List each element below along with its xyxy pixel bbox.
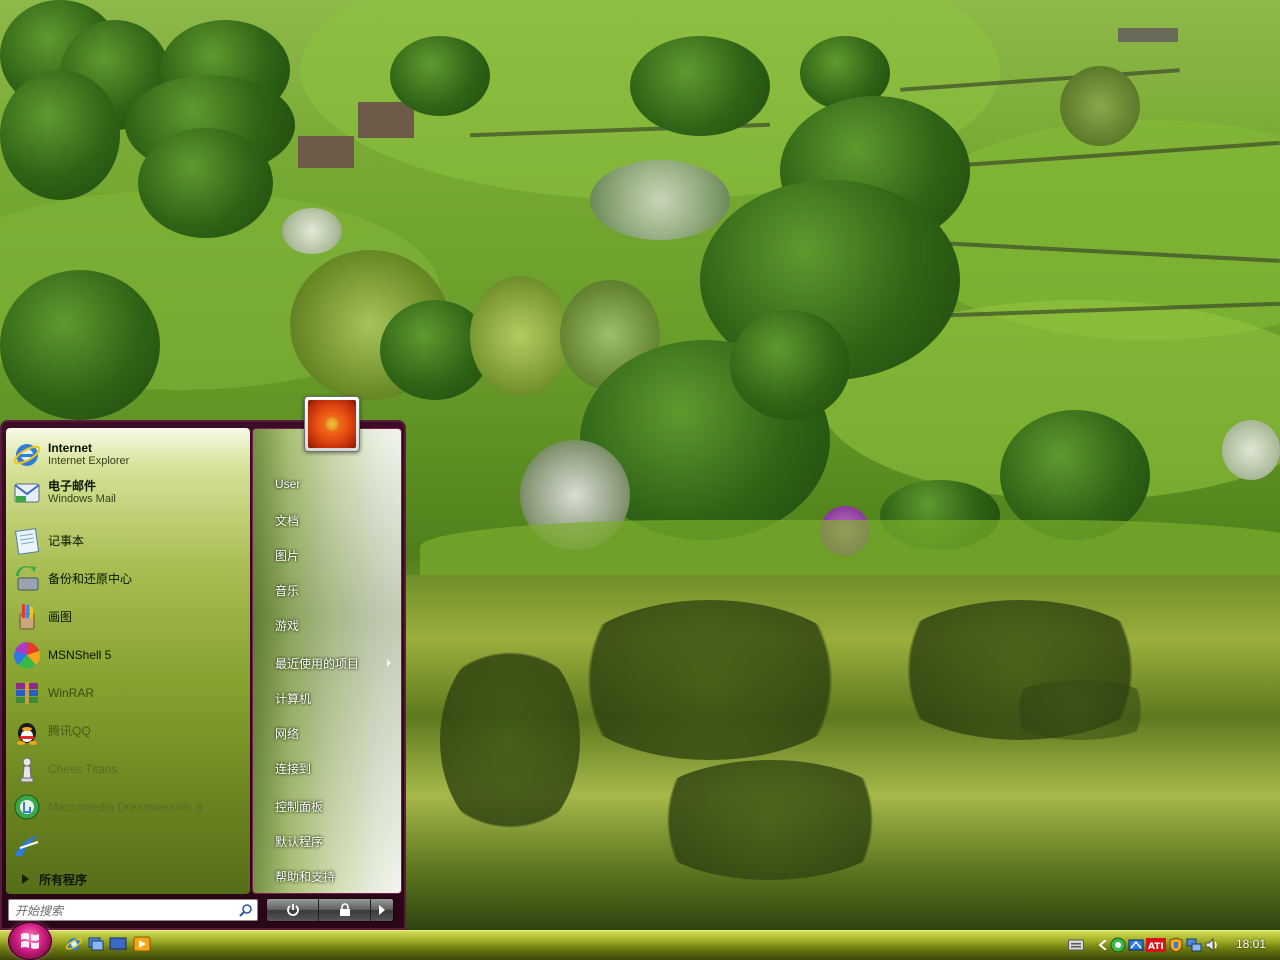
chevron-left-icon[interactable] [1098, 937, 1108, 953]
keyboard-icon[interactable] [1068, 937, 1084, 953]
program-label: Chess Titans [48, 761, 118, 776]
quicklaunch-media-player[interactable] [132, 934, 152, 954]
program-email[interactable]: 电子邮件 Windows Mail [12, 476, 248, 510]
arrow-swoosh-icon [12, 830, 42, 860]
place-connect-to[interactable]: 连接到 [275, 760, 311, 777]
paint-icon [12, 602, 42, 632]
place-computer[interactable]: 计算机 [275, 690, 311, 707]
network-icon[interactable] [1186, 937, 1202, 953]
qq-icon [12, 716, 42, 746]
flower-avatar-icon [308, 400, 356, 448]
user-picture[interactable] [304, 396, 360, 452]
chevron-right-icon [379, 905, 385, 915]
places-pane: User 文档 图片 音乐 游戏 最近使用的项目 计算机 网络 连接到 控制面板… [252, 428, 402, 894]
place-music[interactable]: 音乐 [275, 582, 299, 599]
taskbar-clock[interactable]: 18:01 [1236, 937, 1266, 951]
program-internet[interactable]: Internet Internet Explorer [12, 438, 248, 472]
power-buttons [266, 898, 394, 922]
quicklaunch-switch-windows[interactable] [86, 934, 106, 954]
all-programs-label: 所有程序 [39, 872, 88, 887]
show-desktop-icon [109, 937, 127, 952]
ie-icon [65, 938, 83, 950]
search-placeholder: 开始搜索 [15, 903, 64, 918]
place-default-programs[interactable]: 默认程序 [275, 833, 323, 850]
quicklaunch-ie[interactable] [64, 934, 84, 954]
program-label: MSNShell 5 [48, 647, 112, 662]
place-recent-items[interactable]: 最近使用的项目 [275, 655, 359, 672]
windows-logo-icon [21, 933, 39, 949]
msnshell-icon [12, 640, 42, 670]
program-unnamed[interactable] [12, 828, 248, 862]
winrar-icon [12, 678, 42, 708]
power-button[interactable] [267, 899, 319, 921]
shield-icon[interactable] [1168, 937, 1184, 953]
program-label: WinRAR [48, 685, 95, 700]
program-winrar[interactable]: WinRAR [12, 676, 248, 710]
svg-text:ATI: ATI [1148, 942, 1164, 952]
power-icon [286, 904, 299, 916]
start-search-input[interactable]: 开始搜索 [8, 899, 258, 921]
lock-icon [339, 903, 350, 916]
start-button[interactable] [8, 922, 52, 960]
program-label: 备份和还原中心 [48, 571, 133, 586]
submenu-arrow-icon [387, 659, 391, 667]
pinned-programs-pane: Internet Internet Explorer 电子邮件 Windows Ma… [6, 428, 250, 894]
start-menu: Internet Internet Explorer 电子邮件 Windows Ma… [0, 420, 406, 930]
program-sublabel: Internet Explorer [48, 455, 130, 467]
program-msnshell[interactable]: MSNShell 5 [12, 638, 248, 672]
program-label: 记事本 [48, 533, 85, 548]
search-icon[interactable] [235, 900, 257, 920]
place-documents[interactable]: 文档 [275, 512, 299, 529]
place-control-panel[interactable]: 控制面板 [275, 798, 323, 815]
program-qq[interactable]: 腾讯QQ [12, 714, 248, 748]
program-chess-titans[interactable]: Chess Titans [12, 752, 248, 786]
all-programs-button[interactable]: 所有程序 [12, 868, 248, 890]
program-backup[interactable]: 备份和还原中心 [12, 562, 248, 596]
program-paint[interactable]: 画图 [12, 600, 248, 634]
place-network[interactable]: 网络 [275, 725, 299, 742]
ie-icon [12, 440, 42, 470]
program-label: 腾讯QQ [48, 723, 91, 738]
expand-arrow-icon [22, 874, 29, 884]
place-pictures[interactable]: 图片 [275, 547, 299, 564]
notepad-icon [12, 526, 42, 556]
place-user[interactable]: User [275, 477, 300, 491]
volume-icon[interactable] [1204, 937, 1220, 953]
place-games[interactable]: 游戏 [275, 617, 299, 634]
lock-button[interactable] [319, 899, 371, 921]
chess-icon [12, 754, 42, 784]
media-player-icon [133, 936, 151, 952]
program-label: 电子邮件 [48, 479, 97, 493]
backup-icon [12, 564, 42, 594]
program-dreamweaver[interactable]: Macromedia Dreamweaver 8 [12, 790, 248, 824]
shutdown-options-button[interactable] [371, 899, 393, 921]
program-notepad[interactable]: 记事本 [12, 524, 248, 558]
ati-icon[interactable]: ATI [1146, 937, 1166, 953]
switch-windows-icon [88, 937, 104, 951]
program-label: Macromedia Dreamweaver 8 [48, 799, 203, 814]
mail-icon [12, 478, 42, 508]
qq-tray-icon[interactable] [1110, 937, 1126, 953]
place-help-and-support[interactable]: 帮助和支持 [275, 868, 335, 885]
dreamweaver-icon [12, 792, 42, 822]
network-tools-icon[interactable] [1128, 937, 1144, 953]
program-sublabel: Windows Mail [48, 493, 116, 505]
program-label: 画图 [48, 609, 73, 624]
quicklaunch-show-desktop[interactable] [108, 934, 128, 954]
program-label: Internet [48, 441, 93, 455]
